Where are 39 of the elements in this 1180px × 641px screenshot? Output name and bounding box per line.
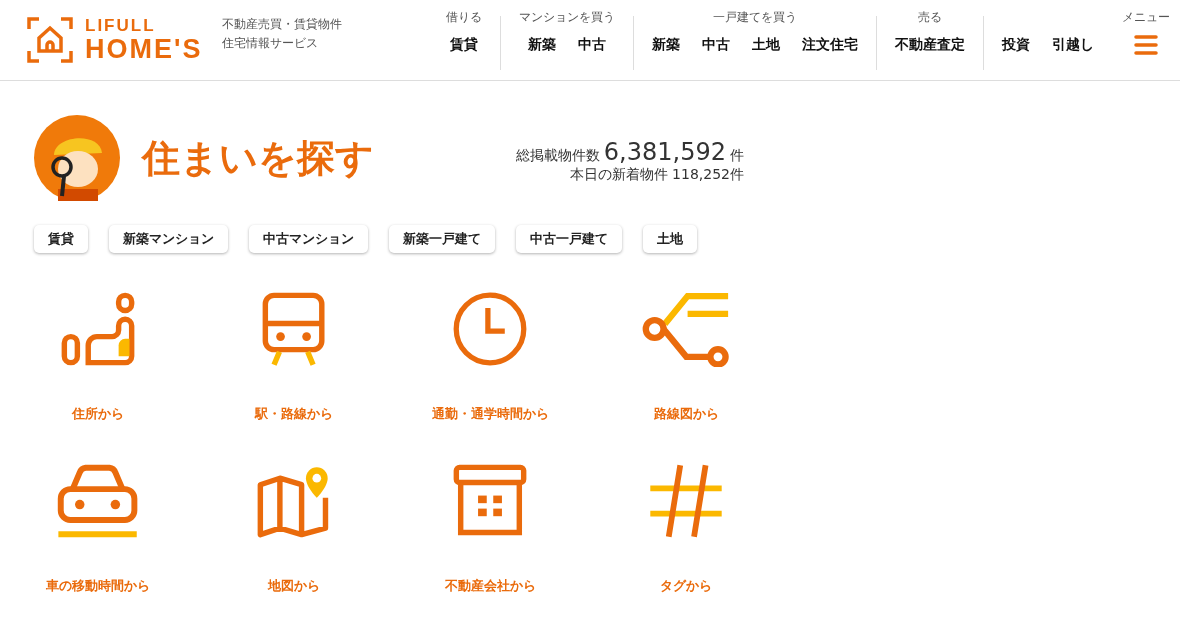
nav-group-label: 売る [918, 9, 942, 26]
count-unit: 件 [730, 147, 744, 165]
category-tab[interactable]: 新築一戸建て [389, 225, 495, 253]
route-lines-icon[interactable] [641, 291, 731, 367]
page-title: 住まいを探す [142, 134, 374, 182]
nav-link[interactable]: 土地 [752, 36, 780, 54]
nav-link[interactable]: 賃貸 [450, 36, 478, 54]
house-logo-icon [27, 17, 73, 63]
tagline-text: 不動産売買・賃貸物件 [222, 16, 343, 33]
category-tab[interactable]: 新築マンション [109, 225, 228, 253]
logo-main-text: HOME'S [85, 36, 203, 63]
nav-link[interactable]: 中古 [702, 36, 730, 54]
clock-icon[interactable] [452, 291, 528, 367]
nav-link[interactable]: 中古 [578, 36, 606, 54]
nav-link[interactable]: 不動産査定 [895, 36, 965, 54]
logo-top-text: LIFULL [85, 17, 157, 34]
nav-link[interactable]: 新築 [528, 36, 556, 54]
car-icon[interactable] [56, 463, 140, 539]
category-tab[interactable]: 土地 [643, 225, 697, 253]
new-count-label: 本日の新着物件 [570, 166, 669, 184]
menu-icon[interactable] [1134, 34, 1158, 56]
nav-link[interactable]: 投資 [1002, 36, 1030, 54]
nav-link[interactable]: 新築 [652, 36, 680, 54]
category-tab[interactable]: 賃貸 [34, 225, 88, 253]
nav-link[interactable]: 引越し [1052, 36, 1094, 54]
category-tab[interactable]: 中古一戸建て [516, 225, 622, 253]
nav-group-label: 一戸建てを買う [713, 9, 797, 26]
hashtag-icon[interactable] [648, 463, 724, 539]
nav-group-label: 借りる [446, 9, 482, 26]
menu-label: メニュー [1122, 9, 1170, 26]
nav-link[interactable]: 注文住宅 [802, 36, 858, 54]
new-count-value: 118,252件 [672, 166, 744, 184]
category-tab[interactable]: 中古マンション [249, 225, 368, 253]
total-count-value: 6,381,592 [603, 138, 726, 166]
address-blocks-icon[interactable] [60, 291, 136, 367]
nav-group-label: マンションを買う [519, 9, 615, 26]
tagline-text: 住宅情報サービス [222, 35, 320, 52]
total-count-label: 総掲載物件数 [515, 147, 600, 165]
train-icon[interactable] [261, 291, 327, 367]
